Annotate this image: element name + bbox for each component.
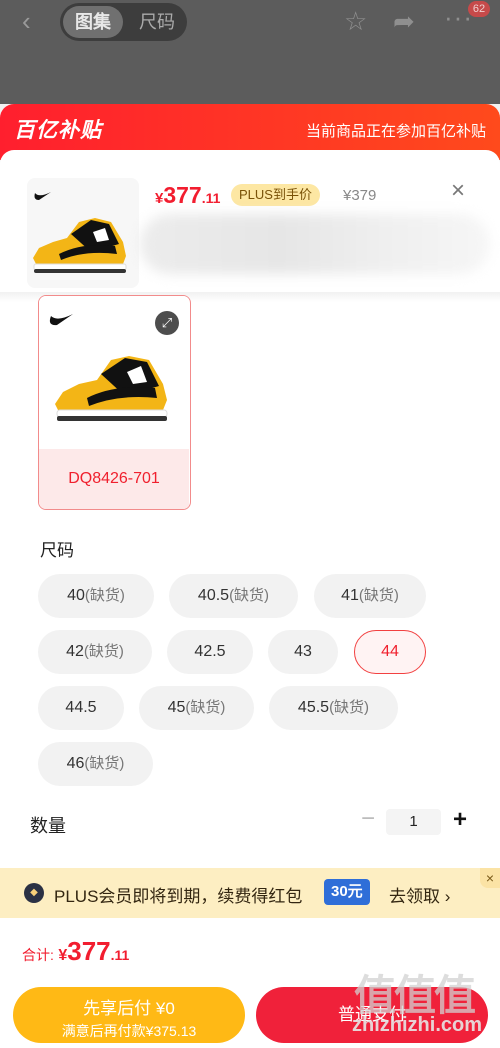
plus-member-icon: ◆ xyxy=(24,883,44,903)
top-bar: ‹ 图集 尺码 ☆ ➦ ··· 62 xyxy=(0,0,500,104)
plus-renewal-promo[interactable]: ◆ PLUS会员即将到期，续费得红包 30元 去领取 › × xyxy=(0,868,500,918)
gallery-tabs: 图集 尺码 xyxy=(60,3,187,41)
size-chip-44-5[interactable]: 44.5 xyxy=(38,686,124,730)
size-section-title: 尺码 xyxy=(40,541,74,560)
blurred-product-info xyxy=(140,214,490,274)
close-icon[interactable]: × xyxy=(480,868,500,888)
close-icon[interactable]: × xyxy=(447,179,469,203)
quantity-decrease-button[interactable]: − xyxy=(358,807,378,832)
quantity-increase-button[interactable]: + xyxy=(449,806,471,834)
promo-text: PLUS会员即将到期，续费得红包 xyxy=(54,887,303,906)
subsidy-notice: 当前商品正在参加百亿补贴 xyxy=(305,123,486,140)
message-badge: 62 xyxy=(468,1,490,17)
subsidy-logo: 百亿补贴 xyxy=(14,119,102,142)
promo-claim-link[interactable]: 去领取 › xyxy=(389,882,450,907)
size-chip-42-5[interactable]: 42.5 xyxy=(167,630,253,674)
expand-icon[interactable]: ⤢ xyxy=(155,311,179,335)
total-price: 合计: ¥377.11 xyxy=(22,936,130,966)
size-chip-41[interactable]: 41(缺货) xyxy=(314,574,426,618)
quantity-label: 数量 xyxy=(30,816,66,836)
share-icon[interactable]: ➦ xyxy=(393,6,415,37)
size-chip-44-selected[interactable]: 44 xyxy=(354,630,426,674)
size-chip-45-5[interactable]: 45.5(缺货) xyxy=(269,686,398,730)
sku-code-label: DQ8426-701 xyxy=(39,449,189,509)
quantity-input[interactable]: 1 xyxy=(386,809,441,835)
checkout-bar: 合计: ¥377.11 先享后付 ¥0 满意后再付款¥375.13 普通支付 值… xyxy=(0,918,500,1048)
original-price: ¥379 xyxy=(343,187,377,204)
normal-pay-button[interactable]: 普通支付 xyxy=(256,987,488,1043)
back-icon[interactable]: ‹ xyxy=(22,8,46,34)
promo-red-packet-amount: 30元 xyxy=(324,879,370,905)
size-chip-40-5[interactable]: 40.5(缺货) xyxy=(169,574,298,618)
size-chip-46[interactable]: 46(缺货) xyxy=(38,742,153,786)
size-chip-45[interactable]: 45(缺货) xyxy=(139,686,254,730)
plus-price: ¥377.11 xyxy=(155,182,221,208)
sku-selector-sheet: ¥377.11 PLUS到手价 ¥379 × ⤢ DQ8426-701 尺码 4… xyxy=(0,150,500,870)
favorite-icon[interactable]: ☆ xyxy=(344,6,367,37)
pay-later-button[interactable]: 先享后付 ¥0 满意后再付款¥375.13 xyxy=(13,987,245,1043)
size-chip-43[interactable]: 43 xyxy=(268,630,338,674)
product-thumbnail xyxy=(27,178,139,288)
sku-option-card[interactable]: ⤢ DQ8426-701 xyxy=(38,295,191,510)
tab-gallery[interactable]: 图集 xyxy=(63,6,123,38)
size-chip-42[interactable]: 42(缺货) xyxy=(38,630,152,674)
size-chip-40[interactable]: 40(缺货) xyxy=(38,574,154,618)
tab-size-chart[interactable]: 尺码 xyxy=(134,6,180,38)
plus-price-tag: PLUS到手价 xyxy=(231,184,320,206)
